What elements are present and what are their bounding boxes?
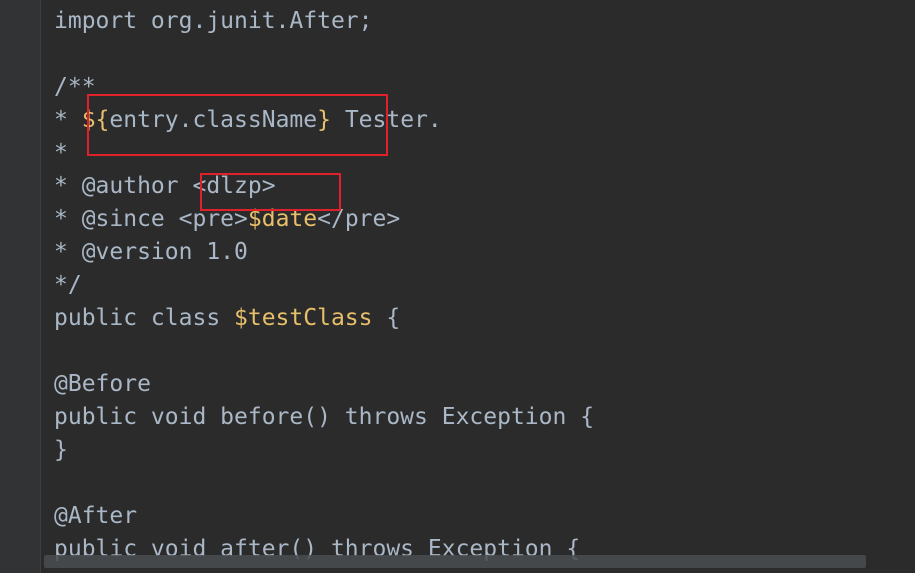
- code-line[interactable]: * @since <pre>$date</pre>: [54, 203, 594, 236]
- code-line[interactable]: public class $testClass {: [54, 302, 594, 335]
- code-token: entry.className: [109, 107, 318, 133]
- template-variable-token: }: [317, 107, 331, 133]
- code-line[interactable]: [54, 38, 594, 71]
- code-token: * @version 1.0: [54, 239, 248, 265]
- template-variable-token: $date: [247, 206, 318, 232]
- code-token: /**: [54, 74, 96, 100]
- code-token: {: [372, 305, 401, 331]
- code-line[interactable]: @After: [54, 500, 594, 533]
- code-line[interactable]: * ${entry.className} Tester.: [54, 104, 594, 137]
- code-line[interactable]: */: [54, 269, 594, 302]
- code-token: */: [54, 272, 82, 298]
- code-token: }: [54, 437, 68, 463]
- code-token: @After: [54, 503, 138, 529]
- code-line[interactable]: @Before: [54, 368, 594, 401]
- code-token: @Before: [54, 371, 151, 397]
- code-line[interactable]: * @version 1.0: [54, 236, 594, 269]
- editor-gutter: [0, 0, 41, 573]
- code-token: Tester.: [330, 107, 442, 133]
- code-line[interactable]: import org.junit.After;: [54, 5, 594, 38]
- code-token: *: [54, 107, 82, 133]
- code-token: *: [54, 140, 68, 166]
- code-token: </pre>: [317, 206, 401, 232]
- code-area[interactable]: import org.junit.After; /** * ${entry.cla…: [54, 5, 594, 566]
- horizontal-scrollbar[interactable]: [44, 555, 866, 568]
- code-line[interactable]: [54, 335, 594, 368]
- code-token: * @since <pre>: [54, 206, 248, 232]
- code-line[interactable]: [54, 467, 594, 500]
- code-line[interactable]: *: [54, 137, 594, 170]
- code-token: public void before() throws Exception {: [54, 404, 595, 430]
- code-token: public class: [54, 305, 235, 331]
- code-line[interactable]: * @author <dlzp>: [54, 170, 594, 203]
- code-token: <dlzp>: [192, 173, 276, 199]
- code-editor[interactable]: import org.junit.After; /** * ${entry.cla…: [0, 0, 915, 573]
- code-line[interactable]: /**: [54, 71, 594, 104]
- code-line[interactable]: public void before() throws Exception {: [54, 401, 594, 434]
- template-variable-token: $testClass: [234, 305, 373, 331]
- code-line[interactable]: }: [54, 434, 594, 467]
- code-token: * @author: [54, 173, 193, 199]
- code-token: import org.junit.After;: [54, 8, 373, 34]
- template-variable-token: ${: [81, 107, 110, 133]
